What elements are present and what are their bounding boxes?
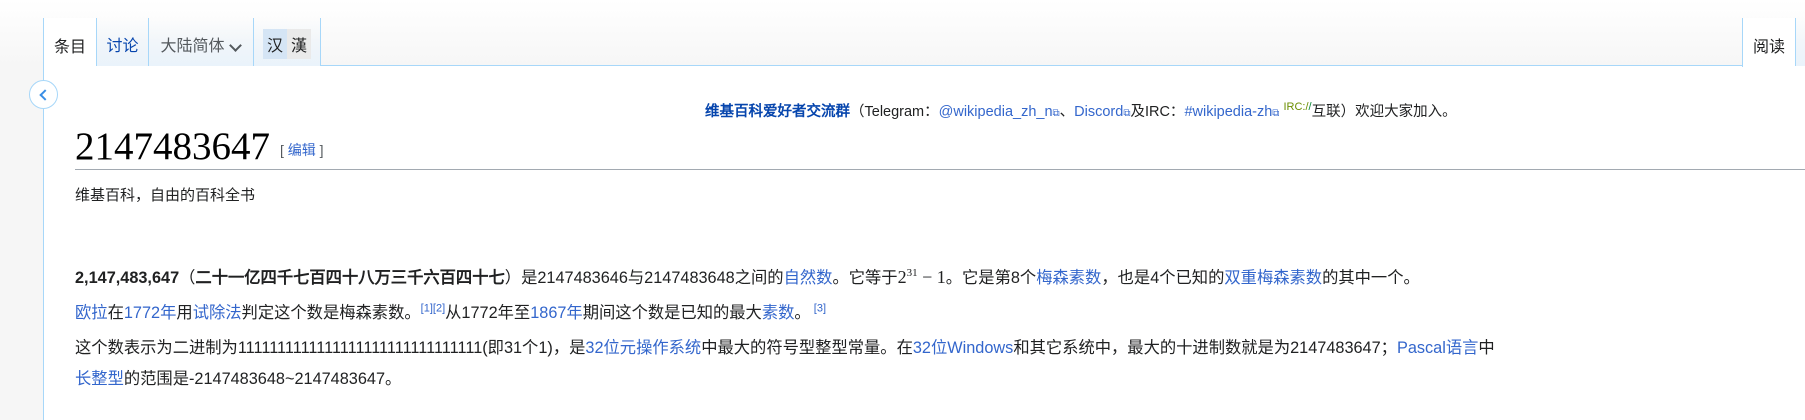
link-mersenne-prime[interactable]: 梅森素数 — [1036, 269, 1101, 287]
link-double-mersenne[interactable]: 双重梅森素数 — [1224, 269, 1322, 287]
paragraph-2: 欧拉在1772年用试除法判定这个数是梅森素数。[1][2]从1772年至1867… — [75, 302, 826, 322]
tab-article-label: 条目 — [53, 39, 86, 56]
han-toggle[interactable]: 汉漢 — [253, 18, 321, 66]
edit-link[interactable]: 编辑 — [288, 142, 316, 158]
site-tagline: 维基百科，自由的百科全书 — [75, 187, 256, 204]
notice-text: 及IRC： — [1130, 104, 1185, 120]
notice-text: （Telegram： — [850, 104, 939, 120]
han-traditional-button[interactable]: 漢 — [287, 29, 312, 59]
link-1867[interactable]: 1867年 — [530, 304, 583, 322]
reference-3[interactable]: [3] — [814, 303, 826, 315]
link-1772[interactable]: 1772年 — [124, 304, 177, 322]
tab-talk[interactable]: 讨论 — [96, 18, 148, 66]
link-pascal[interactable]: Pascal语言 — [1397, 339, 1478, 357]
notice-text: 互联）欢迎大家加入。 — [1311, 104, 1457, 120]
link-32bit-windows[interactable]: 32位Windows — [913, 339, 1013, 357]
edit-section: [ 编辑 ] — [280, 142, 324, 159]
page-title: 2147483647 [ 编辑 ] — [75, 124, 324, 169]
link-trial-division[interactable]: 试除法 — [193, 304, 242, 322]
discord-link[interactable]: Discord — [1074, 104, 1123, 120]
chevron-left-icon — [39, 88, 51, 101]
title-divider — [75, 169, 1805, 170]
link-long-integer[interactable]: 长整型 — [75, 370, 124, 388]
site-notice: 维基百科爱好者交流群（Telegram：@wikipedia_zh_n⧉、Dis… — [705, 100, 1457, 121]
link-prime[interactable]: 素数 — [762, 304, 795, 322]
variant-dropdown[interactable]: 大陆简体 — [148, 18, 253, 66]
notice-text: 、 — [1059, 104, 1075, 120]
chevron-down-icon — [228, 39, 242, 52]
telegram-link[interactable]: @wikipedia_zh_n — [939, 104, 1053, 120]
community-group-link[interactable]: 维基百科爱好者交流群 — [705, 104, 850, 120]
page-title-text: 2147483647 — [75, 125, 270, 168]
external-link-icon: ⧉ — [1272, 108, 1280, 119]
external-link-icon: ⧉ — [1052, 108, 1060, 119]
reference-1[interactable]: [1] — [421, 303, 433, 315]
paragraph-1: 2,147,483,647（二十一亿四千七百四十八万三千六百四十七）是21474… — [75, 267, 1420, 287]
reference-2[interactable]: [2] — [433, 303, 445, 315]
tab-article[interactable]: 条目 — [43, 18, 96, 67]
variant-label: 大陆简体 — [160, 38, 225, 55]
link-natural-number[interactable]: 自然数 — [784, 269, 833, 287]
article-body: 2,147,483,647（二十一亿四千七百四十八万三千六百四十七）是21474… — [75, 262, 1787, 399]
tab-talk-label[interactable]: 讨论 — [106, 32, 138, 56]
irc-link[interactable]: #wikipedia-zh — [1184, 104, 1272, 120]
han-simplified-button[interactable]: 汉 — [262, 29, 287, 59]
tab-more[interactable] — [1795, 18, 1805, 66]
tab-read[interactable]: 阅读 — [1742, 18, 1795, 67]
paragraph-3: 这个数表示为二进制为111111111111111111111111111111… — [75, 339, 1495, 388]
sidebar-collapse-button[interactable] — [29, 80, 58, 109]
link-32bit-os[interactable]: 32位元操作系统 — [585, 339, 701, 357]
tab-read-label: 阅读 — [1752, 39, 1785, 56]
link-euler[interactable]: 欧拉 — [75, 304, 108, 322]
math-formula: 231 − 1 — [897, 267, 946, 287]
irc-label: IRC:// — [1283, 101, 1312, 114]
